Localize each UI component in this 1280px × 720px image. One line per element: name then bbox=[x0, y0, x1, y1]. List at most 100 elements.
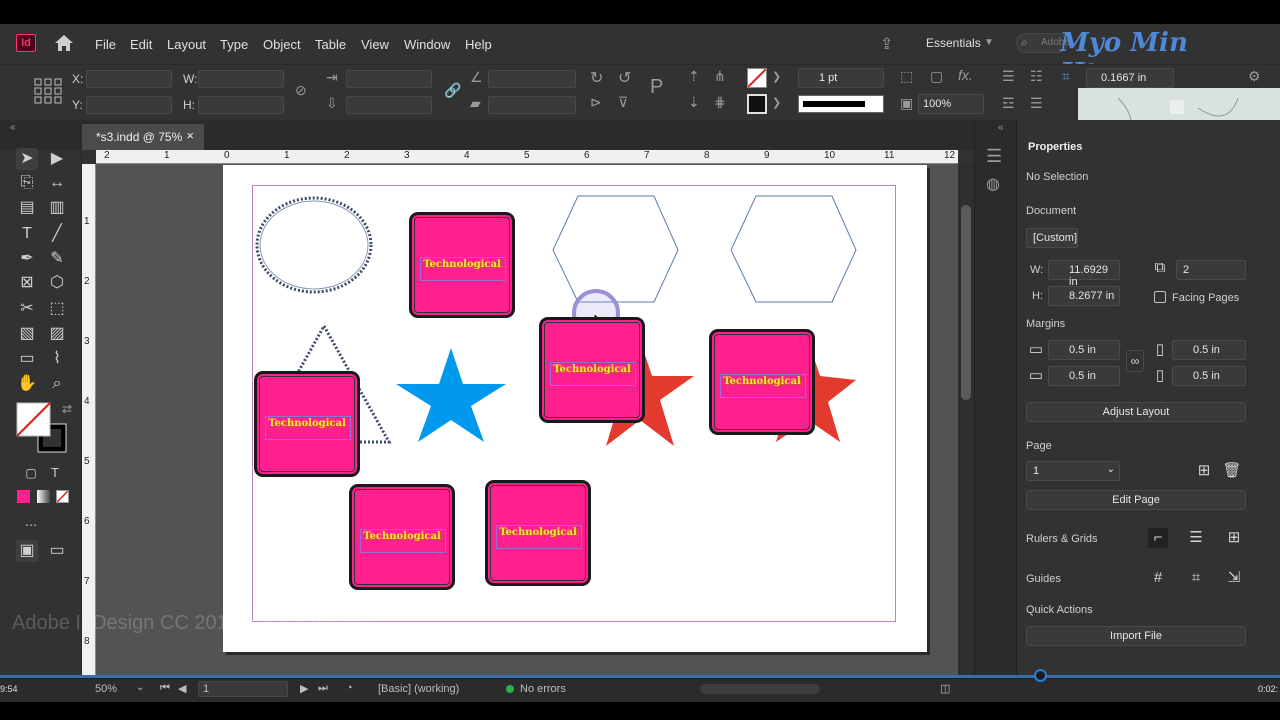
x-field[interactable] bbox=[86, 70, 172, 88]
page-select[interactable]: 1 ⌄ bbox=[1026, 461, 1120, 481]
margin-right-field[interactable]: 0.5 in bbox=[1172, 366, 1246, 386]
swap-fill-stroke-icon[interactable]: ⇄ bbox=[62, 402, 72, 416]
next-page-icon[interactable]: ▶ bbox=[300, 682, 308, 695]
link-margins-icon[interactable]: ∞ bbox=[1126, 350, 1144, 372]
properties-panel-icon[interactable]: ☰ bbox=[986, 146, 1002, 167]
type-tool-icon[interactable]: T bbox=[16, 223, 38, 245]
pencil-tool-icon[interactable]: ✎ bbox=[46, 248, 68, 270]
video-progress-knob[interactable] bbox=[1034, 669, 1047, 682]
star-shape[interactable] bbox=[396, 348, 506, 442]
chevron-down-icon[interactable]: ▼ bbox=[984, 37, 994, 48]
hexagon-shape[interactable] bbox=[730, 195, 857, 303]
distribute-icon[interactable]: ☲ bbox=[1002, 95, 1015, 112]
show-guides-icon[interactable]: # bbox=[1148, 568, 1168, 588]
apply-none-icon[interactable] bbox=[56, 490, 69, 503]
spacing-icon[interactable]: ⌗ bbox=[1062, 68, 1070, 85]
adjust-layout-button[interactable]: Adjust Layout bbox=[1026, 402, 1246, 422]
hand-tool-icon[interactable]: ✋ bbox=[16, 373, 38, 395]
apply-gradient-icon[interactable] bbox=[37, 490, 50, 503]
collapse-panel-icon[interactable]: « bbox=[998, 122, 1004, 133]
line-tool-icon[interactable]: ╱ bbox=[46, 223, 68, 245]
offset-field[interactable]: 0.1667 in bbox=[1086, 68, 1174, 88]
flip-vertical-icon[interactable]: ⊽ bbox=[618, 94, 628, 111]
selection-tool-icon[interactable]: ➤ bbox=[16, 148, 38, 170]
first-page-icon[interactable]: ⏮ bbox=[160, 682, 170, 695]
text-card[interactable]: Technological bbox=[254, 371, 360, 477]
workspace-switcher[interactable]: Essentials bbox=[926, 36, 981, 50]
rotate-cw-icon[interactable]: ↻ bbox=[590, 68, 603, 88]
preflight-icon[interactable]: ◔ bbox=[346, 682, 353, 694]
apply-color-icon[interactable] bbox=[17, 490, 30, 503]
frame-fitting-icon[interactable]: ⬚ bbox=[900, 68, 913, 85]
drop-shadow-icon[interactable]: ▢ bbox=[930, 68, 943, 85]
select-next-icon[interactable]: ⇣ bbox=[688, 94, 700, 111]
add-page-icon[interactable]: ⊞ bbox=[1194, 461, 1214, 481]
gear-icon[interactable]: ⚙ bbox=[1248, 68, 1261, 85]
chevron-right-icon[interactable]: ❯ bbox=[772, 96, 781, 109]
menu-window[interactable]: Window bbox=[404, 37, 450, 52]
stroke-type-select[interactable] bbox=[798, 95, 884, 113]
document-preset-select[interactable]: [Custom] bbox=[1026, 228, 1078, 248]
text-card[interactable]: Technological bbox=[485, 480, 591, 586]
share-icon[interactable]: ⇪ bbox=[880, 34, 893, 54]
formatting-container-icon[interactable]: ▢ bbox=[20, 462, 42, 484]
dotted-ellipse[interactable] bbox=[255, 196, 373, 294]
stroke-swatch[interactable] bbox=[747, 94, 767, 114]
menu-file[interactable]: File bbox=[95, 37, 116, 52]
scale-y-field[interactable] bbox=[346, 96, 432, 114]
chevron-down-icon[interactable]: ⌄ bbox=[136, 682, 144, 693]
distribute-spacing-icon[interactable]: ☰ bbox=[1030, 95, 1043, 112]
direct-selection-tool-icon[interactable]: ▶ bbox=[46, 148, 68, 170]
note-tool-icon[interactable]: ▭ bbox=[16, 348, 38, 370]
margin-top-field[interactable]: 0.5 in bbox=[1048, 340, 1120, 360]
scale-x-field[interactable] bbox=[346, 70, 432, 88]
gap-tool-icon[interactable]: ↔ bbox=[46, 172, 68, 194]
facing-pages-checkbox[interactable] bbox=[1154, 291, 1166, 303]
opacity-field[interactable]: 100% bbox=[918, 94, 984, 114]
text-card[interactable]: Technological bbox=[349, 484, 455, 590]
video-progress-bar[interactable] bbox=[0, 675, 1280, 678]
h-field[interactable] bbox=[198, 96, 284, 114]
stroke-weight-field[interactable]: 1 pt bbox=[798, 68, 884, 88]
text-card[interactable]: Technological bbox=[709, 329, 815, 435]
zoom-level[interactable]: 50% bbox=[95, 683, 117, 695]
cc-libraries-icon[interactable]: ◍ bbox=[986, 174, 1000, 194]
menu-help[interactable]: Help bbox=[465, 37, 492, 52]
text-card[interactable]: Technological bbox=[409, 212, 515, 318]
lock-guides-icon[interactable]: ⌗ bbox=[1186, 568, 1206, 588]
eyedropper-tool-icon[interactable]: ⌇ bbox=[46, 348, 68, 370]
normal-view-icon[interactable]: ▣ bbox=[16, 540, 38, 562]
screen-mode-icon[interactable]: ⋯ bbox=[20, 514, 42, 536]
collapse-panel-icon[interactable]: « bbox=[10, 122, 16, 133]
menu-table[interactable]: Table bbox=[315, 37, 346, 52]
menu-type[interactable]: Type bbox=[220, 37, 248, 52]
delete-page-icon[interactable]: 🗑 bbox=[1222, 461, 1242, 481]
document-width-field[interactable]: 11.6929 in bbox=[1048, 260, 1120, 288]
page-number-field[interactable]: 1 bbox=[198, 681, 288, 697]
smart-guides-icon[interactable]: ⇲ bbox=[1224, 568, 1244, 588]
content-placer-icon[interactable]: ▥ bbox=[46, 197, 68, 219]
select-content-icon[interactable]: P bbox=[650, 76, 663, 99]
last-page-icon[interactable]: ⏭ bbox=[318, 682, 328, 695]
gradient-feather-tool-icon[interactable]: ▨ bbox=[46, 323, 68, 345]
align-center-icon[interactable]: ☷ bbox=[1030, 68, 1043, 85]
close-tab-icon[interactable]: × bbox=[186, 128, 194, 143]
previous-page-icon[interactable]: ◀ bbox=[178, 682, 186, 695]
pages-count-field[interactable]: 2 bbox=[1176, 260, 1246, 280]
fill-swatch[interactable] bbox=[747, 68, 767, 88]
select-content-next-icon[interactable]: ⋕ bbox=[714, 94, 726, 111]
error-status[interactable]: No errors bbox=[520, 683, 566, 695]
horizontal-scrollbar[interactable] bbox=[700, 684, 820, 694]
import-file-button[interactable]: Import File bbox=[1026, 626, 1246, 646]
zoom-tool-icon[interactable]: ⌕ bbox=[46, 373, 68, 395]
menu-object[interactable]: Object bbox=[263, 37, 301, 52]
page-tool-icon[interactable]: ⎘ bbox=[16, 172, 38, 194]
rulers-icon[interactable]: ⌐ bbox=[1148, 528, 1168, 548]
w-field[interactable] bbox=[198, 70, 284, 88]
menu-view[interactable]: View bbox=[361, 37, 389, 52]
select-container-icon[interactable]: ⇡ bbox=[688, 68, 700, 85]
free-transform-tool-icon[interactable]: ⬚ bbox=[46, 298, 68, 320]
reference-point-icon[interactable] bbox=[34, 78, 62, 104]
baseline-grid-icon[interactable]: ☰ bbox=[1186, 528, 1206, 548]
y-field[interactable] bbox=[86, 96, 172, 114]
